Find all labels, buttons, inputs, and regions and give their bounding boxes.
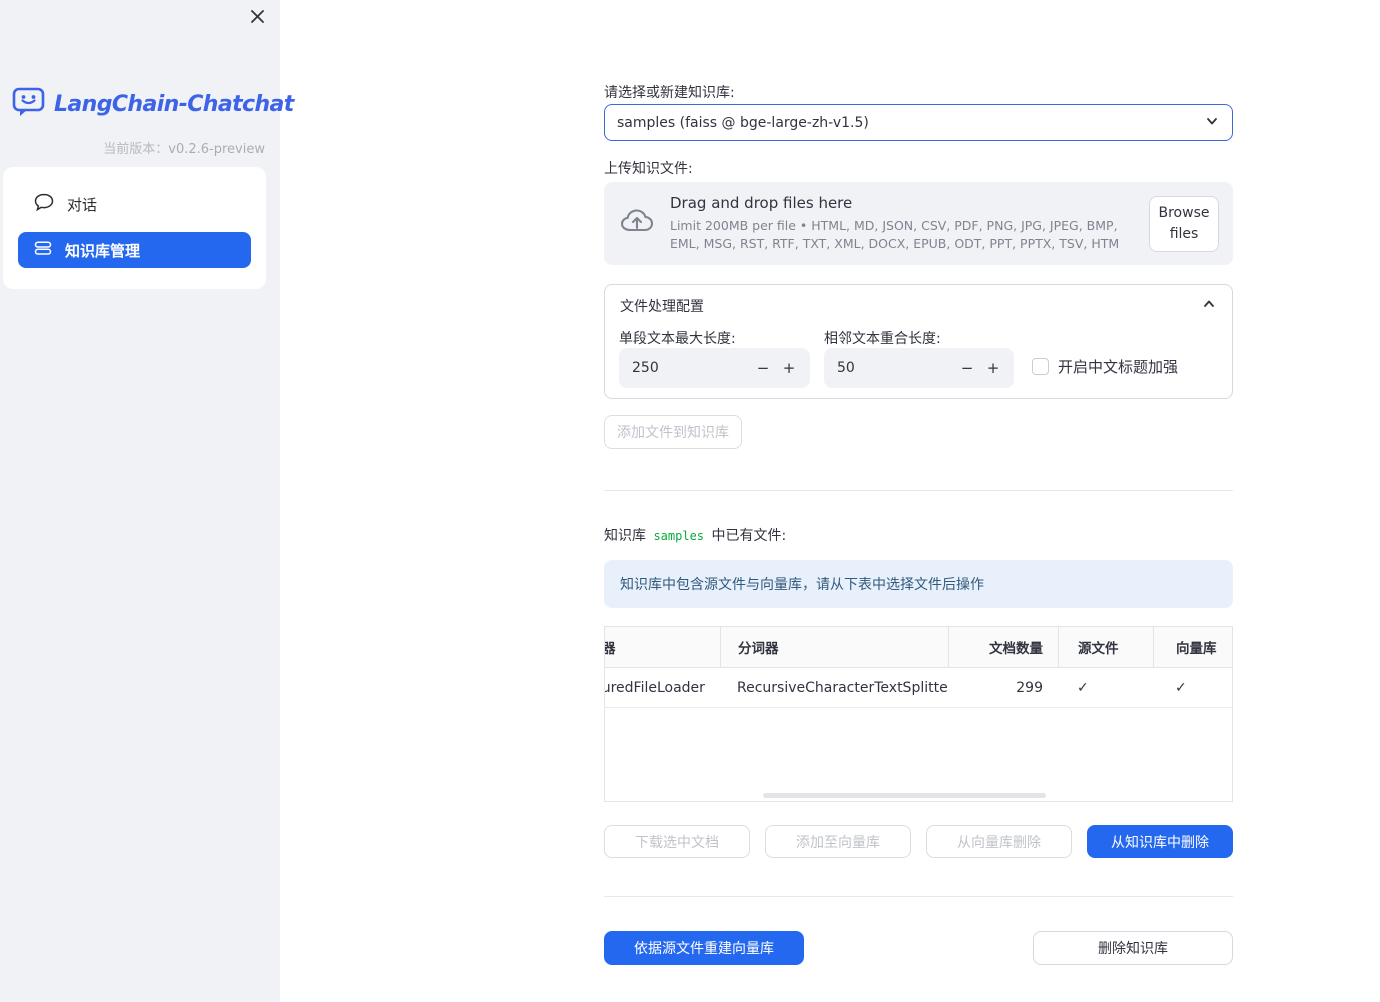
delete-knowledge-base-button[interactable]: 删除知识库 <box>1033 931 1233 965</box>
dropzone-text: Drag and drop files here Limit 200MB per… <box>670 194 1133 253</box>
cell-splitter: RecursiveCharacterTextSplitter <box>737 679 948 696</box>
app-logo: LangChain-Chatchat <box>12 86 294 122</box>
close-icon <box>250 9 265 28</box>
sidebar-close-button[interactable] <box>247 8 267 28</box>
rebuild-vector-store-button[interactable]: 依据源文件重建向量库 <box>604 931 804 965</box>
expander-header[interactable]: 文件处理配置 <box>605 285 1232 316</box>
kb-files-heading: 知识库 samples 中已有文件: <box>604 528 787 544</box>
column-header-source-file[interactable]: 源文件 <box>1058 627 1153 667</box>
knowledge-base-select[interactable]: samples (faiss @ bge-large-zh-v1.5) <box>604 104 1233 141</box>
chunk-size-increment-button[interactable]: + <box>776 359 802 377</box>
delete-from-vector-store-button[interactable]: 从向量库删除 <box>926 825 1072 858</box>
kb-files-table[interactable]: 文档加载器 分词器 文档数量 源文件 向量库 UnstructuredFileL… <box>604 626 1233 802</box>
column-header-splitter[interactable]: 分词器 <box>720 627 948 667</box>
browse-files-button[interactable]: Browse files <box>1149 195 1219 252</box>
kb-selected-value: samples (faiss @ bge-large-zh-v1.5) <box>617 114 869 131</box>
sidebar-item-label: 知识库管理 <box>65 241 141 260</box>
cloud-upload-icon <box>620 207 654 241</box>
file-dropzone[interactable]: Drag and drop files here Limit 200MB per… <box>604 182 1233 265</box>
overlap-increment-button[interactable]: + <box>980 359 1006 377</box>
chevron-down-icon <box>1204 113 1220 133</box>
add-to-vector-store-button[interactable]: 添加至向量库 <box>765 825 911 858</box>
chunk-size-label: 单段文本最大长度: <box>619 331 736 347</box>
add-files-to-kb-button[interactable]: 添加文件到知识库 <box>604 415 742 449</box>
chat-bubble-icon <box>34 193 54 216</box>
expander-title: 文件处理配置 <box>620 299 704 315</box>
divider <box>604 896 1233 897</box>
kb-select-label: 请选择或新建知识库: <box>604 85 735 101</box>
list-bars-icon <box>34 239 52 261</box>
chunk-size-decrement-button[interactable]: − <box>750 359 776 377</box>
dropzone-title: Drag and drop files here <box>670 193 853 212</box>
info-banner-text: 知识库中包含源文件与向量库，请从下表中选择文件后操作 <box>620 577 984 593</box>
table-row[interactable]: UnstructuredFileLoader RecursiveCharacte… <box>605 668 1232 708</box>
overlap-value: 50 <box>837 360 855 376</box>
column-header-doc-count[interactable]: 文档数量 <box>948 627 1058 667</box>
version-text: 当前版本：v0.2.6-preview <box>103 142 265 157</box>
upload-label: 上传知识文件: <box>604 161 693 177</box>
sidebar-menu: 对话 知识库管理 <box>3 167 266 289</box>
zh-title-enhance-checkbox[interactable] <box>1032 358 1049 375</box>
table-horizontal-scrollbar[interactable] <box>763 793 1046 798</box>
sidebar-item-knowledge-base[interactable]: 知识库管理 <box>18 232 251 268</box>
column-header-loader[interactable]: 文档加载器 <box>605 627 720 667</box>
table-header-row: 文档加载器 分词器 文档数量 源文件 向量库 <box>605 627 1232 668</box>
cell-doc-count: 299 <box>1016 679 1043 696</box>
download-selected-button[interactable]: 下载选中文档 <box>604 825 750 858</box>
sidebar-item-dialogue[interactable]: 对话 <box>18 186 251 222</box>
overlap-label: 相邻文本重合长度: <box>824 331 941 347</box>
overlap-input[interactable]: 50 − + <box>824 348 1014 388</box>
divider <box>604 490 1233 491</box>
chunk-size-value: 250 <box>632 360 659 376</box>
file-action-buttons: 下载选中文档 添加至向量库 从向量库删除 从知识库中删除 <box>604 825 1233 858</box>
file-config-expander: 文件处理配置 单段文本最大长度: 相邻文本重合长度: 250 − + 50 − … <box>604 284 1233 399</box>
main-content: 请选择或新建知识库: samples (faiss @ bge-large-zh… <box>604 0 1233 1002</box>
overlap-decrement-button[interactable]: − <box>954 359 980 377</box>
dropzone-hint: Limit 200MB per file • HTML, MD, JSON, C… <box>670 217 1120 251</box>
chevron-up-icon <box>1201 296 1217 316</box>
column-header-vector-store[interactable]: 向量库 <box>1153 627 1232 667</box>
app-title: LangChain-Chatchat <box>54 91 294 117</box>
delete-from-kb-button[interactable]: 从知识库中删除 <box>1087 825 1233 858</box>
sidebar: LangChain-Chatchat 当前版本：v0.2.6-preview 对… <box>0 0 294 1002</box>
cell-source-file-check: ✓ <box>1077 679 1089 696</box>
info-banner: 知识库中包含源文件与向量库，请从下表中选择文件后操作 <box>604 560 1233 608</box>
chatchat-logo-icon <box>12 86 46 122</box>
cell-loader: UnstructuredFileLoader <box>605 679 705 696</box>
sidebar-item-label: 对话 <box>67 195 98 214</box>
cell-vector-store-check: ✓ <box>1175 679 1187 696</box>
chunk-size-input[interactable]: 250 − + <box>619 348 810 388</box>
zh-title-enhance-row[interactable]: 开启中文标题加强 <box>1032 356 1178 377</box>
kb-name-code: samples <box>653 529 705 543</box>
zh-title-enhance-label: 开启中文标题加强 <box>1058 358 1179 376</box>
